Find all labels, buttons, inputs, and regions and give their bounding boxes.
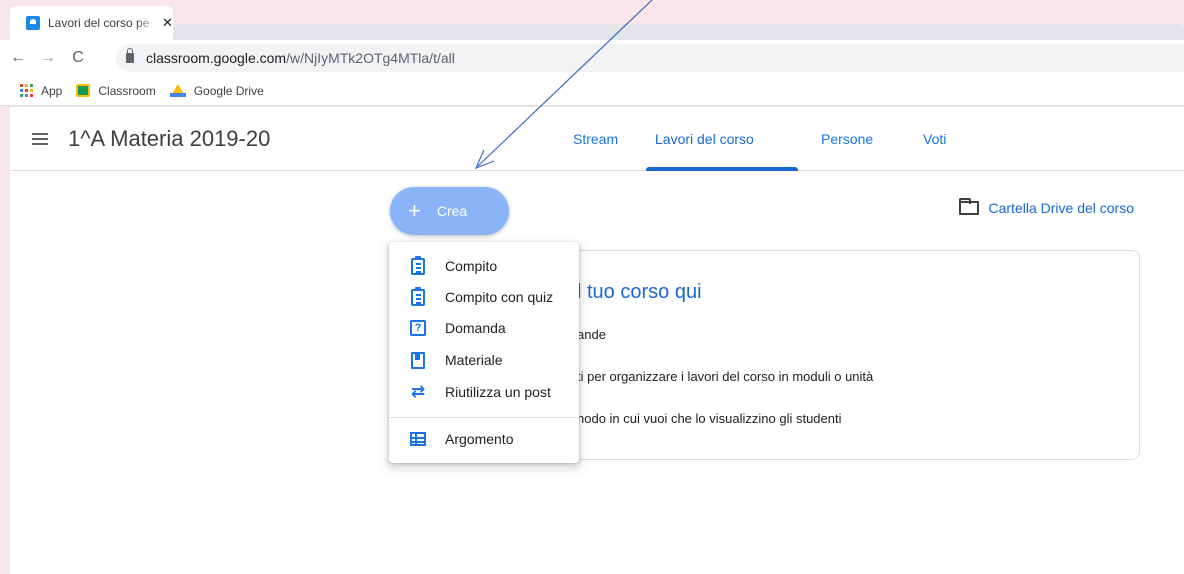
tab-people[interactable]: Persone	[821, 131, 873, 147]
tab-title: Lavori del corso pe	[48, 16, 150, 30]
question-icon: ?	[410, 320, 426, 336]
browser-tab[interactable]: Lavori del corso pe ✕	[10, 6, 173, 40]
menu-item-label: Materiale	[445, 352, 503, 368]
card-line: nodo in cui vuoi che lo visualizzino gli…	[577, 411, 842, 426]
menu-item-material[interactable]: Materiale	[389, 345, 579, 375]
close-tab-icon[interactable]: ✕	[162, 15, 173, 31]
create-button[interactable]: + Crea	[390, 187, 509, 235]
bookmark-label: Classroom	[98, 83, 156, 98]
reuse-icon: ⇄	[410, 382, 426, 401]
google-drive-icon	[169, 84, 186, 97]
url-path: /w/NjIyMTk2OTg4MTla/t/all	[286, 50, 455, 66]
address-bar[interactable]: classroom.google.com/w/NjIyMTk2OTg4MTla/…	[116, 44, 1184, 72]
course-title[interactable]: 1^A Materia 2019-20	[68, 126, 270, 152]
apps-grid-icon	[20, 84, 33, 97]
menu-item-reuse-post[interactable]: ⇄ Riutilizza un post	[389, 377, 579, 407]
bookmark-classroom[interactable]: Classroom	[76, 83, 156, 98]
classroom-favicon-icon	[26, 16, 40, 30]
menu-item-question[interactable]: ? Domanda	[389, 313, 579, 343]
menu-item-label: Argomento	[445, 431, 514, 447]
create-menu: Compito Compito con quiz ? Domanda Mater…	[389, 242, 579, 463]
card-title: l tuo corso qui	[577, 281, 702, 303]
active-tab-indicator	[646, 167, 798, 171]
classroom-app: 1^A Materia 2019-20 Stream Lavori del co…	[10, 107, 1184, 574]
material-icon	[411, 351, 425, 369]
bookmark-label: Google Drive	[193, 83, 264, 98]
reload-icon[interactable]: C	[66, 49, 90, 67]
topic-icon	[410, 432, 426, 446]
drive-folder-label: Cartella Drive del corso	[988, 200, 1135, 216]
classroom-icon	[76, 84, 91, 97]
lock-icon	[126, 48, 134, 63]
menu-divider	[389, 417, 579, 418]
bookmarks-bar: App Classroom Google Drive	[0, 76, 1184, 106]
main-menu-icon[interactable]	[32, 133, 48, 145]
back-arrow-icon[interactable]: ←	[6, 49, 30, 67]
plus-icon: +	[408, 198, 421, 223]
menu-item-topic[interactable]: Argomento	[389, 424, 579, 454]
card-line: ti per organizzare i lavori del corso in…	[577, 369, 874, 384]
menu-item-assignment[interactable]: Compito	[389, 251, 579, 281]
menu-item-quiz-assignment[interactable]: Compito con quiz	[389, 282, 579, 312]
tab-classwork[interactable]: Lavori del corso	[655, 131, 754, 147]
quiz-assignment-icon	[411, 286, 425, 306]
tab-grades[interactable]: Voti	[923, 131, 946, 147]
bookmark-app[interactable]: App	[20, 84, 62, 98]
bookmark-label: App	[41, 83, 63, 98]
card-line: ande	[577, 327, 606, 342]
app-header: 1^A Materia 2019-20 Stream Lavori del co…	[10, 107, 1184, 171]
other-tabs-area	[173, 24, 1184, 40]
create-button-label: Crea	[436, 203, 468, 219]
folder-icon	[958, 198, 979, 215]
bookmark-google-drive[interactable]: Google Drive	[169, 83, 264, 98]
menu-item-label: Riutilizza un post	[445, 384, 551, 400]
menu-item-label: Domanda	[445, 320, 506, 336]
browser-tabstrip: Lavori del corso pe ✕	[0, 0, 1184, 40]
menu-item-label: Compito	[445, 258, 498, 274]
tab-stream[interactable]: Stream	[573, 131, 618, 147]
drive-folder-link[interactable]: Cartella Drive del corso	[958, 198, 1135, 216]
assignment-icon	[411, 255, 425, 275]
menu-item-label: Compito con quiz	[445, 289, 554, 305]
url-domain: classroom.google.com	[146, 50, 287, 66]
browser-toolbar: ← → C classroom.google.com/w/NjIyMTk2OTg…	[0, 40, 1184, 76]
forward-arrow-icon[interactable]: →	[36, 49, 60, 67]
